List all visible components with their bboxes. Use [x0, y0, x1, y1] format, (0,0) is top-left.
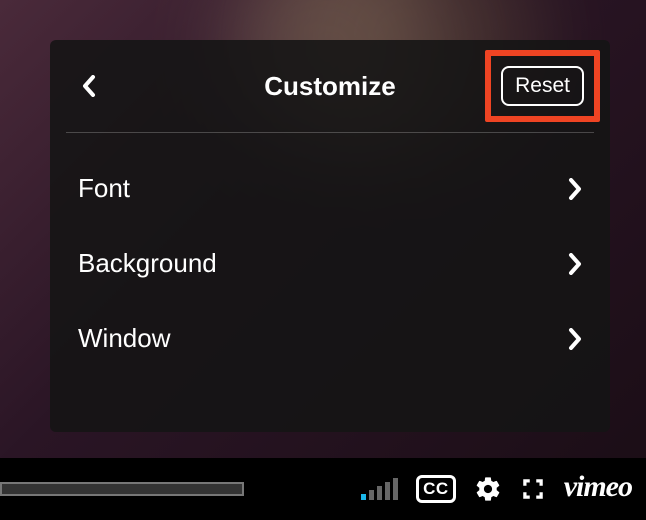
volume-bar-5 — [393, 478, 398, 500]
chevron-right-icon — [568, 328, 582, 350]
fullscreen-icon — [520, 476, 546, 502]
customize-panel: Customize Reset Font Background Window — [50, 40, 610, 432]
back-button[interactable] — [72, 69, 106, 103]
panel-title: Customize — [264, 71, 395, 102]
reset-button[interactable]: Reset — [501, 66, 584, 106]
option-label: Window — [78, 323, 170, 354]
settings-button[interactable] — [474, 475, 502, 503]
options-list: Font Background Window — [50, 133, 610, 384]
player-control-bar: CC vimeo — [0, 458, 646, 520]
option-label: Background — [78, 248, 217, 279]
option-background[interactable]: Background — [50, 226, 610, 301]
chevron-left-icon — [82, 75, 96, 97]
vimeo-logo[interactable]: vimeo — [564, 472, 632, 506]
progress-bar[interactable] — [0, 482, 244, 496]
option-window[interactable]: Window — [50, 301, 610, 376]
volume-control[interactable] — [361, 478, 398, 500]
option-font[interactable]: Font — [50, 151, 610, 226]
gear-icon — [474, 475, 502, 503]
volume-bar-1 — [361, 494, 366, 500]
volume-bar-4 — [385, 482, 390, 500]
closed-captions-button[interactable]: CC — [416, 475, 456, 503]
volume-bar-3 — [377, 486, 382, 500]
option-label: Font — [78, 173, 130, 204]
reset-highlight-box: Reset — [485, 50, 600, 122]
chevron-right-icon — [568, 253, 582, 275]
fullscreen-button[interactable] — [520, 476, 546, 502]
volume-bar-2 — [369, 490, 374, 500]
chevron-right-icon — [568, 178, 582, 200]
panel-header: Customize Reset — [50, 40, 610, 132]
